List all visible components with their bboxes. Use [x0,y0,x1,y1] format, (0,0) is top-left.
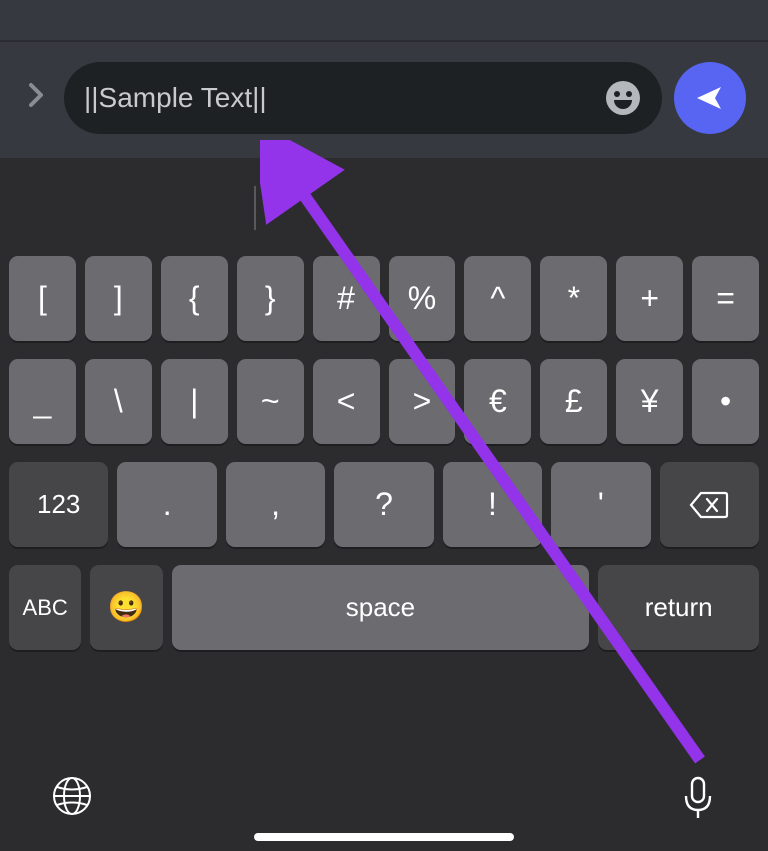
key-caret[interactable]: ^ [464,256,531,341]
key-asterisk[interactable]: * [540,256,607,341]
emoji-icon [606,81,640,115]
key-comma[interactable]: , [226,462,325,547]
key-question[interactable]: ? [334,462,433,547]
keyboard-row-2: _ \ | ~ < > € £ ¥ • [0,359,768,444]
suggestion-slot[interactable] [256,158,512,256]
key-emoji[interactable]: 😀 [90,565,162,650]
globe-icon[interactable] [50,774,94,827]
key-bullet[interactable]: • [692,359,759,444]
key-pound[interactable]: £ [540,359,607,444]
key-pipe[interactable]: | [161,359,228,444]
divider [0,40,768,42]
key-123[interactable]: 123 [9,462,108,547]
keyboard: [ ] { } # % ^ * + = _ \ | ~ < > € £ ¥ • … [0,158,768,851]
key-yen[interactable]: ¥ [616,359,683,444]
emoji-picker-button[interactable] [604,79,642,117]
key-exclaim[interactable]: ! [443,462,542,547]
key-period[interactable]: . [117,462,216,547]
keyboard-row-1: [ ] { } # % ^ * + = [0,256,768,341]
key-percent[interactable]: % [389,256,456,341]
key-equals[interactable]: = [692,256,759,341]
send-icon [693,81,727,115]
send-button[interactable] [674,62,746,134]
key-lbrace[interactable]: { [161,256,228,341]
key-gt[interactable]: > [389,359,456,444]
key-rbracket[interactable]: ] [85,256,152,341]
expand-icon[interactable] [22,81,52,116]
key-apostrophe[interactable]: ' [551,462,650,547]
keyboard-row-3: 123 . , ? ! ' [0,462,768,547]
suggestion-slot[interactable] [512,158,768,256]
keyboard-row-4: ABC 😀 space return [0,565,768,650]
message-input-container [64,62,662,134]
key-euro[interactable]: € [464,359,531,444]
key-underscore[interactable]: _ [9,359,76,444]
key-lbracket[interactable]: [ [9,256,76,341]
key-lt[interactable]: < [313,359,380,444]
key-backspace[interactable] [660,462,759,547]
key-rbrace[interactable]: } [237,256,304,341]
key-backslash[interactable]: \ [85,359,152,444]
key-hash[interactable]: # [313,256,380,341]
suggestion-bar [0,158,768,256]
backspace-icon [689,490,729,520]
chat-input-area [0,0,768,158]
key-plus[interactable]: + [616,256,683,341]
keyboard-toolbar [0,774,768,827]
mic-icon[interactable] [678,774,718,827]
input-row [0,62,768,134]
key-space[interactable]: space [172,565,590,650]
key-tilde[interactable]: ~ [237,359,304,444]
home-indicator[interactable] [254,833,514,841]
key-abc[interactable]: ABC [9,565,81,650]
suggestion-slot[interactable] [0,158,256,256]
message-input[interactable] [84,82,592,114]
key-return[interactable]: return [598,565,759,650]
